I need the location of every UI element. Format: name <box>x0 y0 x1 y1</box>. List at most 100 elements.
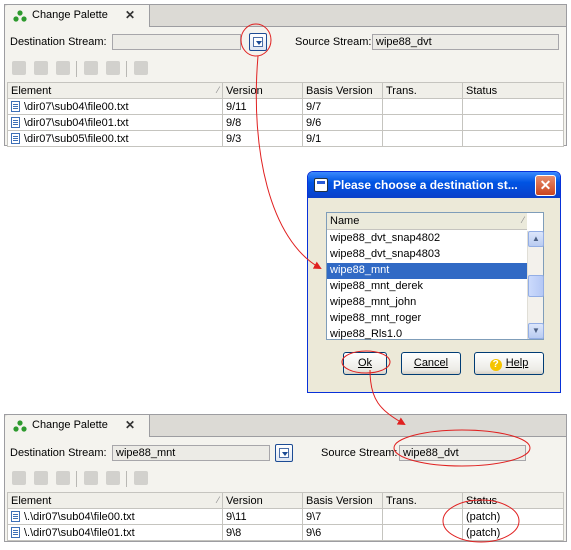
status-cell <box>462 114 564 131</box>
scroll-thumb[interactable] <box>528 275 544 297</box>
toolbar-button-3[interactable] <box>56 61 70 75</box>
sort-icon: ⁄ <box>217 494 219 505</box>
table-row[interactable]: \dir07\sub05\file00.txt 9/3 9/1 <box>7 130 564 147</box>
close-icon[interactable]: ✕ <box>125 418 135 432</box>
source-stream-field: wipe88_dvt <box>399 445 526 461</box>
help-button[interactable]: ? Help <box>474 352 544 375</box>
column-header-element[interactable]: Element ⁄ <box>7 492 223 509</box>
stream-listbox[interactable]: Name ⁄ wipe88_dvt_snap4802 wipe88_dvt_sna… <box>326 212 544 340</box>
close-icon[interactable]: ✕ <box>535 175 556 196</box>
column-header-status[interactable]: Status <box>462 82 564 99</box>
source-stream-label: Source Stream: <box>321 447 398 459</box>
ok-button[interactable]: Ok <box>343 352 387 375</box>
sort-icon: ⁄ <box>217 84 219 95</box>
choose-destination-dialog: Please choose a destination st... ✕ Name… <box>307 171 561 393</box>
list-item[interactable]: wipe88_Rls1.0 <box>327 327 527 343</box>
destination-stream-field[interactable] <box>112 34 241 50</box>
element-cell: \dir07\sub05\file00.txt <box>7 130 223 147</box>
table-header-row: Element ⁄ Version Basis Version Trans. St… <box>7 492 564 509</box>
toolbar-button-6[interactable] <box>134 61 148 75</box>
source-stream-field: wipe88_dvt <box>372 34 559 50</box>
toolbar-button-4[interactable] <box>84 471 98 485</box>
element-cell: \.\dir07\sub04\file01.txt <box>7 524 223 541</box>
file-icon <box>11 100 20 112</box>
version-cell: 9/11 <box>222 98 303 115</box>
destination-stream-label: Destination Stream: <box>10 36 107 48</box>
column-header-element[interactable]: Element ⁄ <box>7 82 223 99</box>
element-cell: \dir07\sub04\file01.txt <box>7 114 223 131</box>
toolbar-button-1[interactable] <box>12 61 26 75</box>
tab-bar: Change Palette ✕ <box>5 415 566 437</box>
basis-version-cell: 9/1 <box>302 130 383 147</box>
column-header-basis-version[interactable]: Basis Version <box>302 492 383 509</box>
cancel-button[interactable]: Cancel <box>401 352 461 375</box>
column-header-basis-version[interactable]: Basis Version <box>302 82 383 99</box>
table-row[interactable]: \.\dir07\sub04\file00.txt 9\11 9\7 (patc… <box>7 508 564 525</box>
column-header-version[interactable]: Version <box>222 82 303 99</box>
tab-label: Change Palette <box>32 9 108 21</box>
table-row[interactable]: \.\dir07\sub04\file01.txt 9\8 9\6 (patch… <box>7 524 564 541</box>
tab-bar: Change Palette ✕ <box>5 5 566 27</box>
status-cell: (patch) <box>462 524 564 541</box>
trans-cell <box>382 524 463 541</box>
toolbar-button-5[interactable] <box>106 471 120 485</box>
file-icon <box>11 132 20 144</box>
column-header-trans[interactable]: Trans. <box>382 492 463 509</box>
toolbar-separator <box>126 61 127 77</box>
status-cell <box>462 98 564 115</box>
tab-change-palette[interactable]: Change Palette ✕ <box>5 415 150 437</box>
file-icon <box>11 116 20 128</box>
toolbar-button-1[interactable] <box>12 471 26 485</box>
close-icon[interactable]: ✕ <box>125 8 135 22</box>
top-change-palette-view: Change Palette ✕ Destination Stream: Sou… <box>4 4 567 147</box>
dialog-titlebar[interactable]: Please choose a destination st... ✕ <box>308 172 560 198</box>
toolbar-button-3[interactable] <box>56 471 70 485</box>
browse-destination-button[interactable] <box>249 33 267 51</box>
basis-version-cell: 9\7 <box>302 508 383 525</box>
vertical-scrollbar[interactable]: ▲ ▼ <box>527 231 544 339</box>
toolbar-button-6[interactable] <box>134 471 148 485</box>
destination-stream-field[interactable]: wipe88_mnt <box>112 445 270 461</box>
list-item[interactable]: wipe88_mnt_derek <box>327 279 527 295</box>
element-cell: \dir07\sub04\file00.txt <box>7 98 223 115</box>
scroll-down-icon[interactable]: ▼ <box>528 323 544 339</box>
scroll-up-icon[interactable]: ▲ <box>528 231 544 247</box>
table-row[interactable]: \dir07\sub04\file00.txt 9/11 9/7 <box>7 98 564 115</box>
browse-destination-button[interactable] <box>275 444 293 462</box>
table-row[interactable]: \dir07\sub04\file01.txt 9/8 9/6 <box>7 114 564 131</box>
browse-icon <box>279 448 289 458</box>
toolbar <box>10 471 160 489</box>
trans-cell <box>382 114 463 131</box>
toolbar-button-4[interactable] <box>84 61 98 75</box>
help-icon: ? <box>489 359 502 371</box>
list-item-selected[interactable]: wipe88_mnt <box>327 263 527 279</box>
column-header-trans[interactable]: Trans. <box>382 82 463 99</box>
dialog-app-icon <box>314 178 328 192</box>
version-cell: 9\11 <box>222 508 303 525</box>
trans-cell <box>382 508 463 525</box>
status-cell: (patch) <box>462 508 564 525</box>
trans-cell <box>382 130 463 147</box>
tab-change-palette[interactable]: Change Palette ✕ <box>5 5 150 27</box>
source-stream-label: Source Stream: <box>295 36 372 48</box>
toolbar-button-2[interactable] <box>34 471 48 485</box>
basis-version-cell: 9/6 <box>302 114 383 131</box>
palette-icon <box>13 10 27 22</box>
list-item[interactable]: wipe88_dvt_snap4803 <box>327 247 527 263</box>
version-cell: 9\8 <box>222 524 303 541</box>
list-item[interactable]: wipe88_mnt_john <box>327 295 527 311</box>
basis-version-cell: 9/7 <box>302 98 383 115</box>
column-header-version[interactable]: Version <box>222 492 303 509</box>
basis-version-cell: 9\6 <box>302 524 383 541</box>
trans-cell <box>382 98 463 115</box>
toolbar-button-2[interactable] <box>34 61 48 75</box>
bottom-change-palette-view: Change Palette ✕ Destination Stream: wip… <box>4 414 567 542</box>
toolbar-separator <box>76 61 77 77</box>
toolbar-button-5[interactable] <box>106 61 120 75</box>
list-item[interactable]: wipe88_mnt_roger <box>327 311 527 327</box>
palette-icon <box>13 420 27 432</box>
list-column-header[interactable]: Name ⁄ <box>327 213 527 230</box>
column-header-status[interactable]: Status <box>462 492 564 509</box>
dialog-title: Please choose a destination st... <box>333 178 518 192</box>
list-item[interactable]: wipe88_dvt_snap4802 <box>327 231 527 247</box>
